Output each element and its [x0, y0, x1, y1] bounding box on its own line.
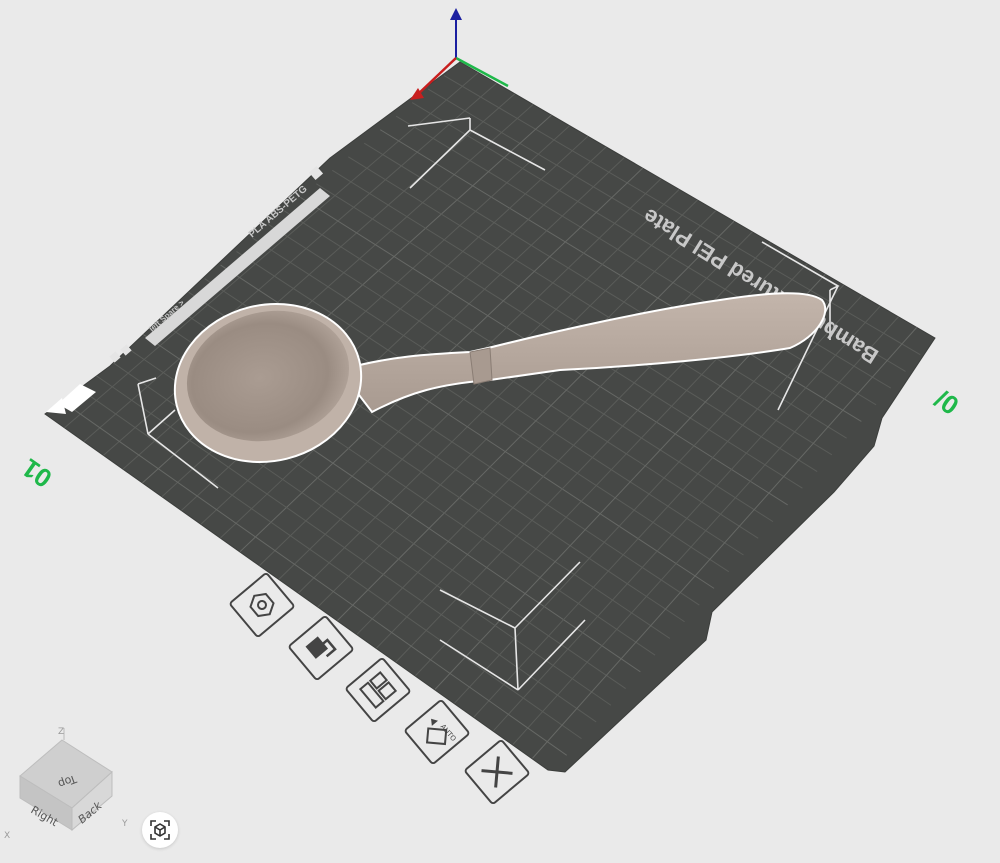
plate-index-right: 0/: [929, 384, 964, 421]
cube-axis-z: Z: [58, 727, 64, 737]
spoon-handle-collar: [469, 347, 493, 385]
plate-index-left: 01: [16, 453, 57, 494]
arrange-button[interactable]: [345, 657, 411, 723]
fit-view-button[interactable]: [142, 812, 178, 848]
view-cube[interactable]: Z X Y Top Right Back: [4, 727, 128, 841]
build-plate[interactable]: [44, 61, 936, 773]
3d-viewport[interactable]: PLA ABS-PETG left Spare > Bambu Textured…: [0, 0, 1000, 863]
auto-orient-button[interactable]: AUTO: [404, 699, 470, 765]
zoom-fit-icon: [150, 820, 170, 840]
cube-axis-x: X: [4, 831, 10, 841]
cube-axis-y: Y: [121, 819, 128, 829]
